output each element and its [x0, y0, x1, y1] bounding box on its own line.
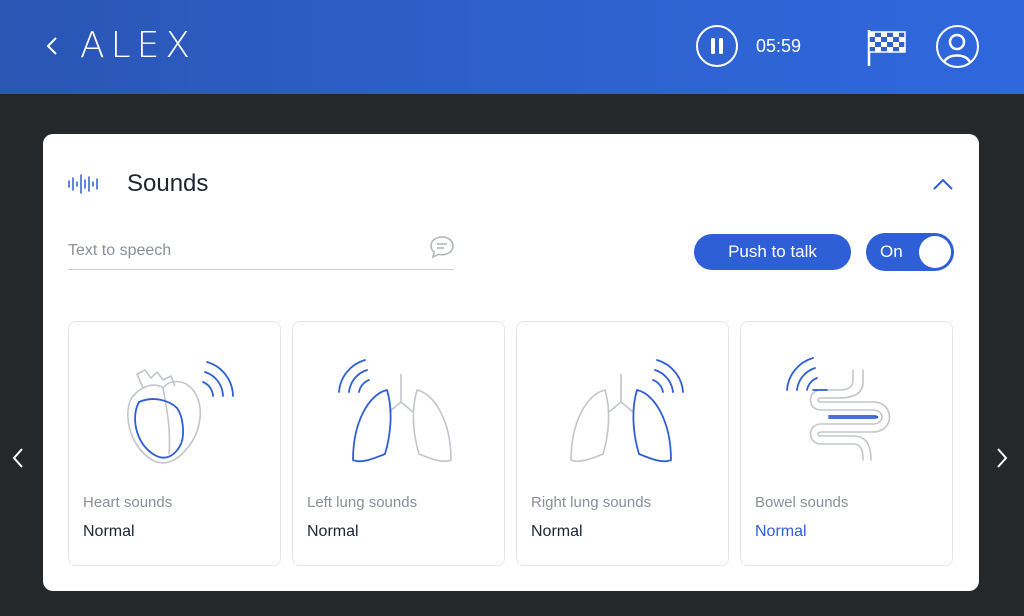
user-icon: [942, 33, 972, 64]
toggle-label: On: [880, 242, 903, 261]
pause-icon: [711, 38, 723, 54]
tile-value: Normal: [755, 523, 807, 540]
tile-value: Normal: [307, 523, 359, 540]
chevron-left-icon: [12, 448, 23, 468]
toggle-knob: [919, 236, 951, 268]
chevron-left-icon: [46, 37, 57, 55]
tile-label: Heart sounds: [83, 494, 173, 511]
text-to-speech-input[interactable]: [68, 238, 408, 264]
audio-toggle[interactable]: On: [866, 233, 954, 271]
tile-value: Normal: [83, 523, 135, 540]
previous-arrow-button[interactable]: [6, 444, 30, 472]
tile-value: Normal: [531, 523, 583, 540]
tile-label: Bowel sounds: [755, 494, 849, 511]
right-lung-icon: [570, 359, 684, 463]
tile-label: Left lung sounds: [307, 494, 418, 511]
bowel-icon: [786, 357, 891, 461]
user-profile-button[interactable]: [936, 25, 979, 68]
tile-right-lung-sounds[interactable]: Right lung sounds Normal: [516, 321, 729, 566]
tile-left-lung-sounds[interactable]: Left lung sounds Normal: [292, 321, 505, 566]
timer: 05:59: [756, 36, 802, 56]
chevron-up-icon[interactable]: [931, 174, 955, 194]
top-bar: ALEX 05:59: [0, 0, 1024, 94]
finish-button[interactable]: [864, 27, 910, 67]
panel-title: Sounds: [127, 170, 209, 197]
chevron-right-icon: [997, 448, 1008, 468]
tile-bowel-sounds[interactable]: Bowel sounds Normal: [740, 321, 953, 566]
tile-heart-sounds[interactable]: Heart sounds Normal: [68, 321, 281, 566]
next-arrow-button[interactable]: [990, 444, 1014, 472]
checkered-flag-icon: [867, 30, 906, 66]
tile-label: Right lung sounds: [531, 494, 652, 511]
sounds-panel: Sounds Push to talk On: [43, 134, 979, 591]
pause-button[interactable]: [696, 25, 738, 67]
sound-wave-icon: [68, 174, 98, 194]
push-to-talk-button[interactable]: Push to talk: [694, 234, 851, 270]
sound-tiles: Heart sounds Normal Left lung sounds Nor…: [68, 321, 954, 566]
app-logo: ALEX: [80, 25, 197, 66]
speech-bubble-icon[interactable]: [429, 235, 455, 259]
heart-icon: [127, 361, 234, 464]
left-lung-icon: [338, 359, 452, 463]
text-to-speech-field: [68, 230, 454, 270]
back-button[interactable]: [40, 30, 64, 62]
